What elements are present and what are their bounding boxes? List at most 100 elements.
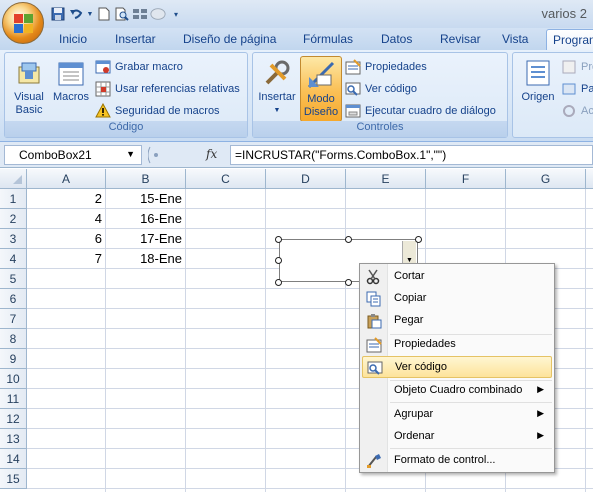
resize-handle[interactable] bbox=[275, 236, 282, 243]
cell-b4[interactable]: 18-Ene bbox=[106, 249, 185, 269]
tab-datos[interactable]: Datos bbox=[377, 32, 416, 50]
propiedades-button[interactable]: Propiedades bbox=[345, 58, 427, 76]
resize-handle[interactable] bbox=[345, 236, 352, 243]
visual-basic-button[interactable]: Visual Basic bbox=[7, 57, 51, 117]
row-header[interactable]: 15 bbox=[0, 469, 27, 489]
row-header[interactable]: 10 bbox=[0, 369, 27, 389]
macros-button[interactable]: Macros bbox=[51, 57, 91, 104]
cell-b2[interactable]: 16-Ene bbox=[106, 209, 185, 229]
xml-properties-icon bbox=[562, 60, 576, 74]
xml-pro-label: Pro bbox=[581, 61, 593, 73]
row-header[interactable]: 14 bbox=[0, 449, 27, 469]
column-header[interactable]: C bbox=[186, 169, 266, 189]
paste-icon bbox=[367, 314, 382, 329]
menu-item-objeto-cuadro-combinado[interactable]: Objeto Cuadro combinado ▶ bbox=[362, 380, 552, 402]
tab-programador[interactable]: Programador bbox=[546, 29, 593, 51]
row-header[interactable]: 12 bbox=[0, 409, 27, 429]
seguridad-macros-button[interactable]: Seguridad de macros bbox=[95, 102, 220, 120]
resize-handle[interactable] bbox=[275, 257, 282, 264]
menu-item-pegar[interactable]: Pegar bbox=[362, 310, 552, 332]
column-header[interactable]: E bbox=[346, 169, 426, 189]
menu-item-copiar[interactable]: Copiar bbox=[362, 288, 552, 310]
resize-handle[interactable] bbox=[275, 279, 282, 286]
cell-b3[interactable]: 17-Ene bbox=[106, 229, 185, 249]
undo-icon[interactable] bbox=[68, 6, 84, 22]
resize-handle[interactable] bbox=[345, 279, 352, 286]
fx-icon[interactable]: fx bbox=[206, 147, 217, 161]
save-icon[interactable] bbox=[50, 6, 66, 22]
select-all-corner[interactable] bbox=[0, 169, 27, 189]
print-preview-icon[interactable] bbox=[114, 6, 130, 22]
customize-icon[interactable]: ▾ bbox=[168, 6, 184, 22]
column-header[interactable]: F bbox=[426, 169, 506, 189]
row-header[interactable]: 13 bbox=[0, 429, 27, 449]
row-header[interactable]: 3 bbox=[0, 229, 27, 249]
menu-item-cortar[interactable]: Cortar bbox=[362, 266, 552, 288]
row-header[interactable]: 9 bbox=[0, 349, 27, 369]
cell-a1[interactable]: 2 bbox=[27, 189, 105, 209]
row-header[interactable]: 7 bbox=[0, 309, 27, 329]
menu-label: Pegar bbox=[394, 314, 424, 326]
formula-input[interactable]: =INCRUSTAR("Forms.ComboBox.1","") bbox=[230, 145, 593, 165]
submenu-arrow-icon: ▶ bbox=[537, 430, 544, 440]
menu-separator bbox=[390, 402, 552, 403]
ejecutar-dialogo-button[interactable]: Ejecutar cuadro de diálogo bbox=[345, 102, 496, 120]
origen-label: Origen bbox=[521, 91, 555, 103]
modo-diseno-button[interactable]: Modo Diseño bbox=[300, 56, 342, 122]
menu-label: Ver código bbox=[395, 361, 447, 373]
xml-pa-button[interactable]: Pa bbox=[561, 80, 593, 98]
tab-vista[interactable]: Vista bbox=[498, 32, 532, 50]
cell-b1[interactable]: 15-Ene bbox=[106, 189, 185, 209]
gridline bbox=[345, 189, 346, 492]
group-codigo-label: Código bbox=[5, 121, 247, 137]
cell-a3[interactable]: 6 bbox=[27, 229, 105, 249]
usar-referencias-button[interactable]: Usar referencias relativas bbox=[95, 80, 240, 98]
source-icon bbox=[522, 57, 554, 89]
view-code-icon bbox=[345, 82, 361, 96]
origen-button[interactable]: Origen bbox=[517, 57, 559, 104]
ver-codigo-button[interactable]: Ver código bbox=[345, 80, 417, 98]
modo-label-2: Diseño bbox=[303, 106, 339, 118]
row-header[interactable]: 11 bbox=[0, 389, 27, 409]
menu-item-ver-codigo[interactable]: Ver código bbox=[362, 356, 552, 378]
menu-item-agrupar[interactable]: Agrupar ▶ bbox=[362, 404, 552, 426]
xml-pro-button[interactable]: Pro bbox=[561, 58, 593, 76]
tab-inicio[interactable]: Inicio bbox=[55, 32, 91, 50]
cell-a4[interactable]: 7 bbox=[27, 249, 105, 269]
circle-icon[interactable] bbox=[150, 6, 166, 22]
propiedades-label: Propiedades bbox=[365, 61, 427, 73]
menu-item-propiedades[interactable]: Propiedades bbox=[362, 334, 552, 356]
column-header[interactable] bbox=[586, 169, 593, 189]
row-header[interactable]: 2 bbox=[0, 209, 27, 229]
tab-formulas[interactable]: Fórmulas bbox=[299, 32, 357, 50]
row-header[interactable]: 4 bbox=[0, 249, 27, 269]
grabar-macro-button[interactable]: Grabar macro bbox=[95, 58, 183, 76]
new-icon[interactable] bbox=[96, 6, 112, 22]
gridline bbox=[185, 189, 186, 492]
row-header[interactable]: 5 bbox=[0, 269, 27, 289]
resize-handle[interactable] bbox=[415, 236, 422, 243]
ver-codigo-label: Ver código bbox=[365, 83, 417, 95]
cell-a2[interactable]: 4 bbox=[27, 209, 105, 229]
column-header[interactable]: B bbox=[106, 169, 186, 189]
row-header[interactable]: 6 bbox=[0, 289, 27, 309]
column-header[interactable]: A bbox=[27, 169, 106, 189]
menu-item-formato-control[interactable]: Formato de control... bbox=[362, 450, 552, 472]
grid-icon[interactable] bbox=[132, 6, 148, 22]
xml-ac-button[interactable]: Ac bbox=[561, 102, 593, 120]
row-header[interactable]: 8 bbox=[0, 329, 27, 349]
column-header[interactable]: D bbox=[266, 169, 346, 189]
submenu-arrow-icon: ▶ bbox=[537, 384, 544, 394]
chevron-down-icon[interactable]: ▼ bbox=[126, 149, 135, 159]
chevron-down-icon[interactable]: ▼ bbox=[86, 6, 94, 22]
row-header[interactable]: 1 bbox=[0, 189, 27, 209]
seguridad-label: Seguridad de macros bbox=[115, 105, 220, 117]
menu-item-ordenar[interactable]: Ordenar ▶ bbox=[362, 426, 552, 448]
tab-diseno-pagina[interactable]: Diseño de página bbox=[179, 32, 280, 50]
name-box[interactable]: ComboBox21 ▼ bbox=[4, 145, 142, 165]
insertar-control-button[interactable]: Insertar ▼ bbox=[255, 57, 299, 117]
column-header[interactable]: G bbox=[506, 169, 586, 189]
office-button[interactable] bbox=[2, 2, 44, 44]
tab-revisar[interactable]: Revisar bbox=[436, 32, 485, 50]
tab-insertar[interactable]: Insertar bbox=[111, 32, 160, 50]
